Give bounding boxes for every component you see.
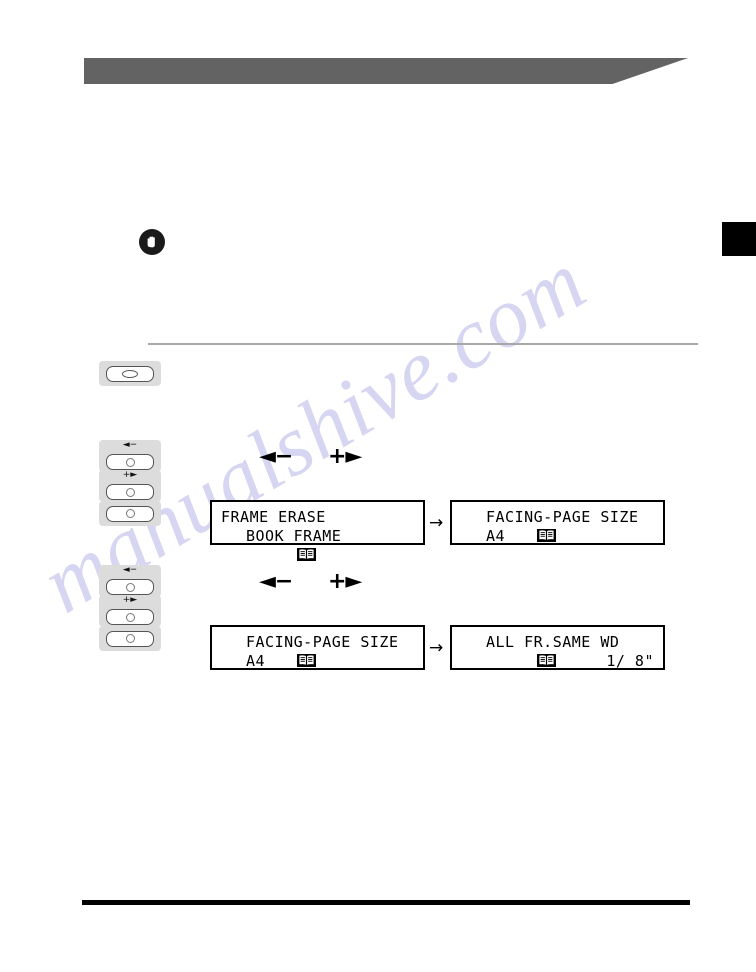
- round-key-icon: [106, 484, 154, 500]
- ok-key[interactable]: [99, 501, 161, 526]
- lcd-text: FRAME ERASE: [221, 508, 326, 526]
- right-plus-key-label: +►: [122, 470, 138, 480]
- lcd-display-after: FACING-PAGE SIZE A4: [450, 500, 665, 545]
- book-icon: [461, 635, 557, 667]
- lcd-text: A4: [246, 652, 266, 670]
- lcd-text: A4: [486, 527, 506, 545]
- left-minus-key[interactable]: ◄−: [99, 440, 161, 472]
- right-plus-key-label: +►: [122, 595, 138, 605]
- lcd-display-after: ALL FR.SAME WD 1/ 8": [450, 625, 665, 670]
- lcd-line-2: BOOK FRAME: [221, 527, 414, 561]
- page-footer-rule: [82, 900, 690, 905]
- important-hand-icon: [138, 228, 166, 256]
- book-icon: [221, 529, 317, 561]
- arrow-caption-right: +►: [328, 444, 362, 469]
- right-plus-key[interactable]: +►: [99, 470, 161, 502]
- lcd-text: FACING-PAGE SIZE: [246, 633, 399, 651]
- arrow-caption-left: ◄−: [259, 569, 293, 594]
- lcd-line-1: FACING-PAGE SIZE: [461, 508, 654, 542]
- left-minus-key-label: ◄−: [122, 565, 138, 575]
- lcd-line-1: FACING-PAGE SIZE: [221, 633, 414, 667]
- book-icon: [221, 635, 317, 667]
- oval-key-icon: [106, 365, 154, 382]
- lcd-text: ALL FR.SAME WD: [486, 633, 620, 651]
- round-key-icon: [106, 579, 154, 595]
- ok-key[interactable]: [99, 626, 161, 651]
- lcd-text: FACING-PAGE SIZE: [486, 508, 639, 526]
- round-key-icon: [106, 505, 154, 522]
- lcd-line-1: ALL FR.SAME WD: [461, 633, 654, 667]
- reset-key[interactable]: [99, 361, 161, 386]
- round-key-icon: [106, 609, 154, 625]
- flow-arrow-icon: →: [429, 638, 444, 658]
- section-divider: [148, 343, 698, 345]
- arrow-caption-right: +►: [328, 569, 362, 594]
- lcd-line-1: FRAME ERASE: [221, 508, 414, 527]
- lcd-display-before: FRAME ERASE BOOK FRAME: [210, 500, 425, 561]
- lcd-line-2: A4: [221, 652, 414, 671]
- round-key-icon: [106, 454, 154, 470]
- right-plus-key[interactable]: +►: [99, 595, 161, 627]
- round-key-icon: [106, 630, 154, 647]
- page-header-bar: [84, 58, 688, 84]
- book-icon: [461, 510, 557, 542]
- arrow-caption-left: ◄−: [259, 444, 293, 469]
- manual-page: manualshive.com ◄− +► ◄− +► FRAME ERASE: [0, 0, 756, 972]
- lcd-text: 1/ 8": [606, 652, 654, 670]
- left-minus-key-label: ◄−: [122, 440, 138, 450]
- lcd-text: BOOK FRAME: [246, 527, 342, 545]
- left-minus-key[interactable]: ◄−: [99, 565, 161, 597]
- section-edge-tab: [722, 222, 756, 256]
- flow-arrow-icon: →: [429, 513, 444, 533]
- lcd-line-2: A4: [461, 527, 654, 546]
- lcd-display-before: FACING-PAGE SIZE A4: [210, 625, 425, 670]
